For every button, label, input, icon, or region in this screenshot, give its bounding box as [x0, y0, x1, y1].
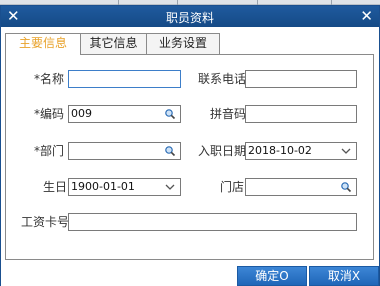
chevron-down-icon[interactable]	[164, 180, 176, 194]
pinyin-input[interactable]	[245, 105, 357, 123]
hire-date-label: 入职日期	[198, 144, 247, 158]
dept-input[interactable]	[68, 142, 181, 160]
phone-input[interactable]	[245, 70, 357, 88]
code-label: *编码	[34, 107, 65, 121]
birthday-value: 1900-01-01	[71, 180, 135, 193]
staff-info-dialog: ✕ 职员资料 ✕ 主要信息 其它信息 业务设置 *名称 联系电话 *编码 009…	[0, 5, 380, 286]
magnifier-icon[interactable]	[340, 181, 352, 193]
tab-main-info[interactable]: 主要信息	[5, 33, 81, 55]
close-icon[interactable]: ✕	[360, 7, 373, 25]
cancel-button[interactable]: 取消X	[309, 266, 379, 286]
store-label: 门店	[220, 180, 245, 194]
salary-card-input[interactable]	[68, 213, 357, 231]
name-label: *名称	[34, 72, 65, 86]
hire-date-value: 2018-10-02	[248, 144, 312, 157]
name-input[interactable]	[68, 70, 181, 88]
hire-date-picker[interactable]: 2018-10-02	[245, 142, 357, 160]
store-input[interactable]	[245, 178, 357, 196]
chevron-down-icon[interactable]	[340, 144, 352, 158]
confirm-button[interactable]: 确定O	[237, 266, 307, 286]
dialog-title: 职员资料	[165, 11, 214, 25]
tab-panel-main-info: *名称 联系电话 *编码 009 拼音码 *部门 入职日期 2018-10-02	[5, 54, 374, 260]
magnifier-icon[interactable]	[164, 108, 176, 120]
pinyin-label: 拼音码	[210, 107, 247, 121]
tab-other-info[interactable]: 其它信息	[80, 33, 147, 54]
code-input[interactable]: 009	[68, 105, 181, 123]
magnifier-icon[interactable]	[164, 145, 176, 157]
dialog-button-bar: 确定O 取消X	[1, 261, 379, 286]
phone-label: 联系电话	[198, 72, 247, 86]
code-value: 009	[71, 107, 92, 120]
salary-card-label: 工资卡号	[21, 215, 70, 229]
tab-business-settings[interactable]: 业务设置	[146, 33, 220, 54]
birthday-picker[interactable]: 1900-01-01	[68, 178, 181, 196]
dept-label: *部门	[34, 144, 65, 158]
birthday-label: 生日	[43, 180, 68, 194]
dialog-titlebar: ✕ 职员资料 ✕	[1, 6, 379, 27]
